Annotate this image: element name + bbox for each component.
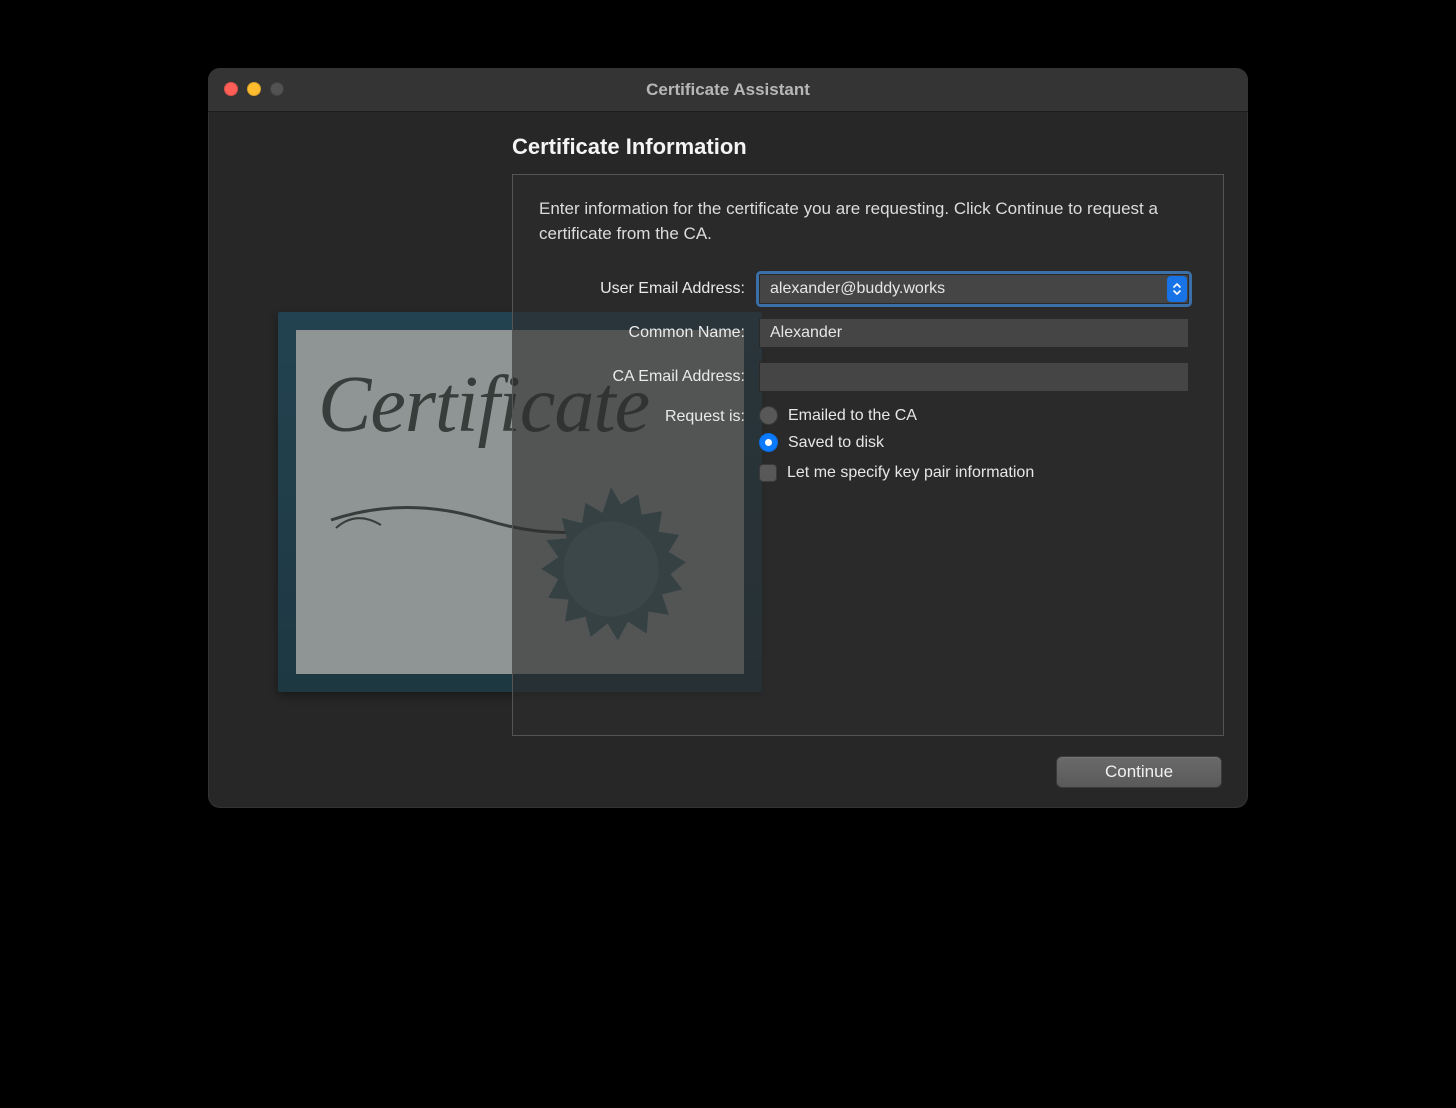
footer: Continue [1056, 756, 1222, 788]
window-body: Certificate Certificate Information [208, 112, 1248, 808]
email-combo[interactable] [759, 274, 1189, 304]
radio-saved-label: Saved to disk [788, 434, 884, 452]
close-icon[interactable] [224, 82, 238, 96]
content-panel: Certificate Information Enter informatio… [512, 134, 1224, 736]
ca-email-label: CA Email Address: [539, 368, 745, 386]
window: Certificate Assistant Certificate [208, 68, 1248, 808]
email-label: User Email Address: [539, 280, 745, 298]
keypair-check-row[interactable]: Let me specify key pair information [759, 464, 1197, 482]
titlebar: Certificate Assistant [208, 68, 1248, 112]
window-title: Certificate Assistant [208, 80, 1248, 100]
keypair-label: Let me specify key pair information [787, 464, 1034, 482]
email-field[interactable] [759, 274, 1189, 304]
traffic-lights [224, 82, 284, 96]
dropdown-button[interactable] [1167, 276, 1187, 302]
radio-emailed-row[interactable]: Emailed to the CA [759, 406, 1197, 425]
radio-saved-row[interactable]: Saved to disk [759, 433, 1197, 452]
continue-button[interactable]: Continue [1056, 756, 1222, 788]
common-name-field[interactable] [759, 318, 1189, 348]
chevron-up-down-icon [1172, 283, 1182, 295]
ca-email-field[interactable] [759, 362, 1189, 392]
request-label: Request is: [539, 406, 745, 426]
radio-saved[interactable] [759, 433, 778, 452]
keypair-checkbox[interactable] [759, 464, 777, 482]
minimize-icon[interactable] [247, 82, 261, 96]
zoom-icon [270, 82, 284, 96]
form-card: Enter information for the certificate yo… [512, 174, 1224, 736]
form: User Email Address: Common Name: CA Emai… [539, 274, 1197, 482]
page-title: Certificate Information [512, 134, 1224, 160]
intro-text: Enter information for the certificate yo… [539, 197, 1197, 246]
request-radio-group: Emailed to the CA Saved to disk Let me s… [759, 406, 1197, 482]
radio-emailed[interactable] [759, 406, 778, 425]
radio-emailed-label: Emailed to the CA [788, 407, 917, 425]
common-name-label: Common Name: [539, 324, 745, 342]
